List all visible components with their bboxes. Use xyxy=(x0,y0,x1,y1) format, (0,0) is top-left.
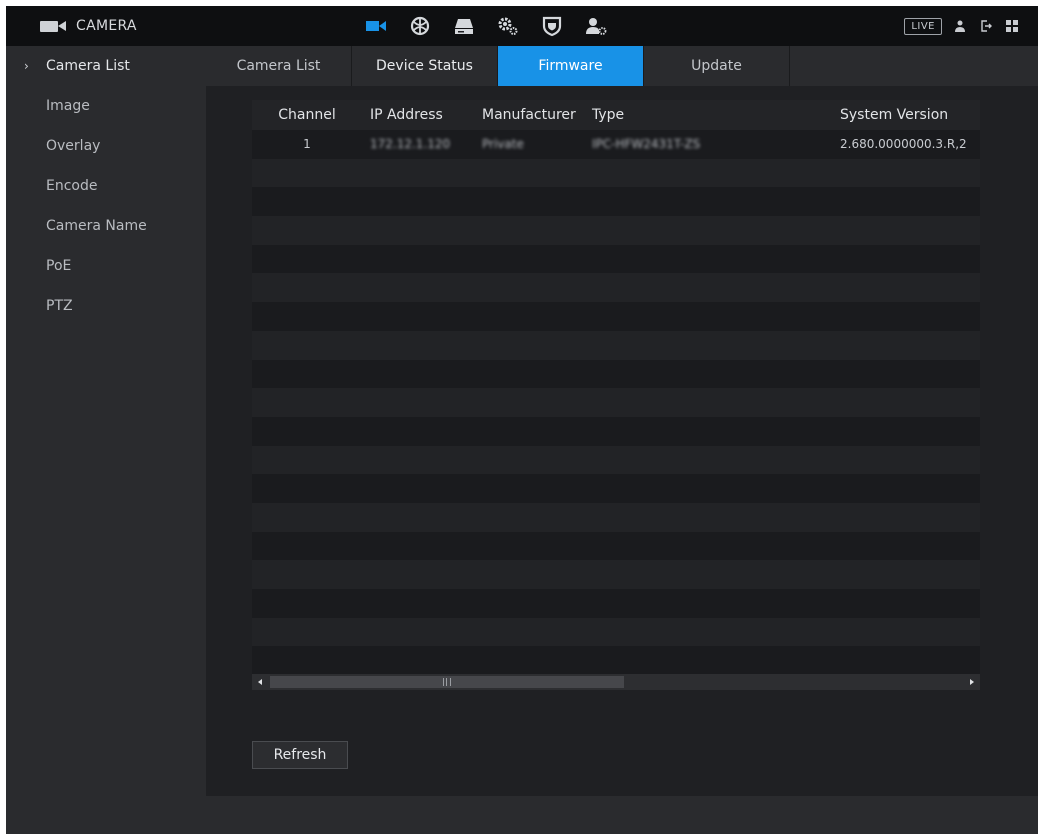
sidebar-item-label: Encode xyxy=(46,178,98,194)
tab-bar: Camera List Device Status Firmware Updat… xyxy=(206,46,1038,86)
storage-icon[interactable] xyxy=(444,6,484,46)
table-row-empty xyxy=(252,617,980,647)
account-icon[interactable] xyxy=(576,6,616,46)
camera-logo-icon xyxy=(40,18,68,34)
scroll-right-arrow-icon[interactable] xyxy=(964,674,980,690)
chevron-right-icon: › xyxy=(24,59,29,73)
sidebar-item-camera-name[interactable]: Camera Name xyxy=(6,206,206,246)
sidebar-item-image[interactable]: Image xyxy=(6,86,206,126)
table-row-empty xyxy=(252,416,980,446)
live-button[interactable]: LIVE xyxy=(904,17,942,35)
system-settings-icon[interactable] xyxy=(488,6,528,46)
network-icon[interactable] xyxy=(400,6,440,46)
table-row-empty xyxy=(252,560,980,589)
table-row-empty xyxy=(252,502,980,532)
table-row-empty xyxy=(252,187,980,217)
cell-manufacturer: Private xyxy=(482,137,524,152)
bottom-bar xyxy=(206,796,1038,834)
column-header-channel[interactable]: Channel xyxy=(252,107,362,123)
firmware-table: Channel IP Address Manufacturer Type Sys… xyxy=(252,100,980,690)
column-header-manufacturer[interactable]: Manufacturer xyxy=(482,107,592,123)
sidebar-item-label: Overlay xyxy=(46,138,101,154)
table-row-empty xyxy=(252,388,980,417)
scroll-left-arrow-icon[interactable] xyxy=(252,674,268,690)
cell-system-version: 2.680.0000000.3.R,2 xyxy=(840,137,967,152)
sidebar-item-label: Camera Name xyxy=(46,218,147,234)
tab-device-status[interactable]: Device Status xyxy=(352,46,498,86)
table-row-empty xyxy=(252,359,980,389)
sidebar-item-overlay[interactable]: Overlay xyxy=(6,126,206,166)
horizontal-scrollbar[interactable] xyxy=(252,674,980,690)
grid-icon[interactable] xyxy=(1004,18,1020,34)
table-row-empty xyxy=(252,273,980,303)
cell-type: IPC-HFW2431T-ZS xyxy=(592,137,701,152)
table-row-empty xyxy=(252,158,980,188)
tab-camera-list[interactable]: Camera List xyxy=(206,46,352,86)
sidebar-item-label: PoE xyxy=(46,258,72,274)
camera-icon[interactable] xyxy=(356,6,396,46)
table-row-empty xyxy=(252,531,980,561)
table-row-empty xyxy=(252,646,980,676)
top-bar: CAMERA LIVE xyxy=(6,6,1038,46)
cell-ip-address: 172.12.1.120 xyxy=(370,137,451,152)
sidebar: › Camera List Image Overlay Encode Camer… xyxy=(6,46,206,834)
top-right-controls: LIVE xyxy=(904,6,1020,46)
table-row-empty xyxy=(252,244,980,274)
table-row-empty xyxy=(252,474,980,503)
table-header: Channel IP Address Manufacturer Type Sys… xyxy=(252,100,980,130)
sidebar-item-camera-list[interactable]: › Camera List xyxy=(6,46,206,86)
cell-channel: 1 xyxy=(303,137,311,152)
scrollbar-thumb[interactable] xyxy=(270,676,624,688)
main-panel: Channel IP Address Manufacturer Type Sys… xyxy=(206,86,1038,796)
sidebar-item-label: Camera List xyxy=(46,58,130,74)
table-row-empty xyxy=(252,445,980,475)
logout-icon[interactable] xyxy=(978,18,994,34)
tab-update[interactable]: Update xyxy=(644,46,790,86)
tab-firmware[interactable]: Firmware xyxy=(498,46,644,86)
sidebar-item-label: PTZ xyxy=(46,298,73,314)
table-row-empty xyxy=(252,302,980,331)
column-header-ip-address[interactable]: IP Address xyxy=(362,107,482,123)
sidebar-item-ptz[interactable]: PTZ xyxy=(6,286,206,326)
grip-icon xyxy=(443,678,451,686)
column-header-system-version[interactable]: System Version xyxy=(840,107,980,123)
table-row[interactable]: 1 172.12.1.120 Private IPC-HFW2431T-ZS 2… xyxy=(252,130,980,159)
sidebar-item-encode[interactable]: Encode xyxy=(6,166,206,206)
sidebar-item-label: Image xyxy=(46,98,90,114)
sidebar-item-poe[interactable]: PoE xyxy=(6,246,206,286)
module-toolbar xyxy=(356,6,616,46)
column-header-type[interactable]: Type xyxy=(592,107,840,123)
app-title: CAMERA xyxy=(40,6,137,46)
app-title-text: CAMERA xyxy=(76,18,137,34)
table-body: 1 172.12.1.120 Private IPC-HFW2431T-ZS 2… xyxy=(252,130,980,676)
table-row-empty xyxy=(252,216,980,245)
table-row-empty xyxy=(252,330,980,360)
refresh-button[interactable]: Refresh xyxy=(252,741,348,769)
table-row-empty xyxy=(252,589,980,618)
user-icon[interactable] xyxy=(952,18,968,34)
security-icon[interactable] xyxy=(532,6,572,46)
app-window: CAMERA LIVE › Camera List Image Overlay … xyxy=(6,6,1038,834)
